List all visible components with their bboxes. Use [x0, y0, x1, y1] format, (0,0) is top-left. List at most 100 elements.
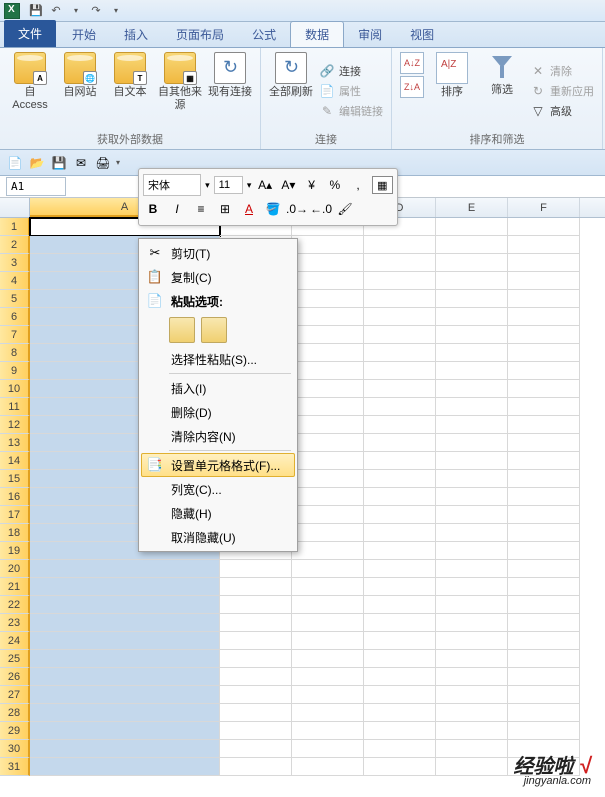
cell[interactable]	[508, 650, 580, 668]
cell[interactable]	[292, 236, 364, 254]
cell[interactable]	[364, 686, 436, 704]
font-selector[interactable]: 宋体	[143, 174, 201, 196]
row-header[interactable]: 29	[0, 722, 30, 740]
ctx-delete[interactable]: 删除(D)	[141, 400, 295, 424]
cell[interactable]	[436, 452, 508, 470]
cell[interactable]	[364, 722, 436, 740]
cell[interactable]	[364, 470, 436, 488]
cell[interactable]	[292, 488, 364, 506]
cell[interactable]	[30, 578, 220, 596]
cell[interactable]	[436, 542, 508, 560]
row-header[interactable]: 15	[0, 470, 30, 488]
row-header[interactable]: 25	[0, 650, 30, 668]
ctx-paste-special[interactable]: 选择性粘贴(S)...	[141, 347, 295, 371]
cell[interactable]	[364, 308, 436, 326]
comma-button[interactable]: ,	[348, 175, 367, 195]
row-header[interactable]: 1	[0, 218, 30, 236]
cell[interactable]	[220, 740, 292, 758]
cell[interactable]	[508, 452, 580, 470]
row-header[interactable]: 5	[0, 290, 30, 308]
cell[interactable]	[436, 596, 508, 614]
tab-insert[interactable]: 插入	[110, 22, 162, 47]
cell[interactable]	[508, 668, 580, 686]
cell[interactable]	[292, 758, 364, 776]
cell[interactable]	[508, 416, 580, 434]
cell[interactable]	[292, 308, 364, 326]
cell[interactable]	[508, 704, 580, 722]
name-box[interactable]	[6, 177, 66, 196]
cell[interactable]	[30, 632, 220, 650]
cell[interactable]	[292, 722, 364, 740]
cell[interactable]	[292, 686, 364, 704]
cell[interactable]	[508, 218, 580, 236]
cell[interactable]	[364, 398, 436, 416]
ctx-copy[interactable]: 📋复制(C)	[141, 265, 295, 289]
redo-button[interactable]: ↷	[88, 3, 104, 19]
cell[interactable]	[220, 614, 292, 632]
cell[interactable]	[436, 308, 508, 326]
row-header[interactable]: 14	[0, 452, 30, 470]
row-header[interactable]: 30	[0, 740, 30, 758]
cell[interactable]	[436, 740, 508, 758]
cell[interactable]	[508, 524, 580, 542]
row-header[interactable]: 17	[0, 506, 30, 524]
from-text-button[interactable]: T 自文本	[108, 52, 152, 129]
cell[interactable]	[508, 614, 580, 632]
cell[interactable]	[220, 560, 292, 578]
open-button[interactable]: 📂	[28, 154, 46, 172]
cell[interactable]	[292, 290, 364, 308]
cell[interactable]	[364, 524, 436, 542]
cell[interactable]	[508, 254, 580, 272]
cell[interactable]	[364, 452, 436, 470]
row-header[interactable]: 3	[0, 254, 30, 272]
connections-button[interactable]: 🔗连接	[319, 63, 383, 79]
cell[interactable]	[220, 704, 292, 722]
sort-button[interactable]: A|Z 排序	[430, 52, 474, 129]
cell[interactable]	[508, 632, 580, 650]
cell[interactable]	[364, 254, 436, 272]
cell[interactable]	[436, 398, 508, 416]
italic-button[interactable]: I	[167, 199, 187, 219]
tab-view[interactable]: 视图	[396, 22, 448, 47]
cell[interactable]	[364, 632, 436, 650]
cell[interactable]	[508, 578, 580, 596]
size-dropdown-icon[interactable]: ▾	[247, 180, 252, 191]
ctx-format-cells[interactable]: 📑设置单元格格式(F)...	[141, 453, 295, 477]
row-header[interactable]: 10	[0, 380, 30, 398]
cell[interactable]	[292, 542, 364, 560]
cell[interactable]	[220, 668, 292, 686]
row-header[interactable]: 9	[0, 362, 30, 380]
border-button[interactable]: ⊞	[215, 199, 235, 219]
row-header[interactable]: 6	[0, 308, 30, 326]
row-header[interactable]: 18	[0, 524, 30, 542]
cell[interactable]	[364, 596, 436, 614]
tab-formulas[interactable]: 公式	[238, 22, 290, 47]
new-button[interactable]: 📄	[6, 154, 24, 172]
cell[interactable]	[436, 290, 508, 308]
cell[interactable]	[292, 344, 364, 362]
cell[interactable]	[292, 506, 364, 524]
cell[interactable]	[436, 344, 508, 362]
decrease-font-button[interactable]: A▾	[279, 175, 298, 195]
cell[interactable]	[30, 704, 220, 722]
cell[interactable]	[292, 632, 364, 650]
ctx-column-width[interactable]: 列宽(C)...	[141, 477, 295, 501]
cell[interactable]	[436, 416, 508, 434]
cell[interactable]	[220, 650, 292, 668]
cell[interactable]	[436, 650, 508, 668]
save-button-2[interactable]: 💾	[50, 154, 68, 172]
cell[interactable]	[508, 470, 580, 488]
cell[interactable]	[364, 290, 436, 308]
row-header[interactable]: 27	[0, 686, 30, 704]
cell[interactable]	[436, 758, 508, 776]
cell[interactable]	[364, 560, 436, 578]
cell[interactable]	[436, 470, 508, 488]
cell[interactable]	[436, 632, 508, 650]
cell[interactable]	[436, 506, 508, 524]
column-header-E[interactable]: E	[436, 198, 508, 217]
cell[interactable]	[436, 326, 508, 344]
row-header[interactable]: 8	[0, 344, 30, 362]
font-dropdown-icon[interactable]: ▾	[205, 180, 210, 191]
tab-data[interactable]: 数据	[290, 21, 344, 47]
row-header[interactable]: 13	[0, 434, 30, 452]
